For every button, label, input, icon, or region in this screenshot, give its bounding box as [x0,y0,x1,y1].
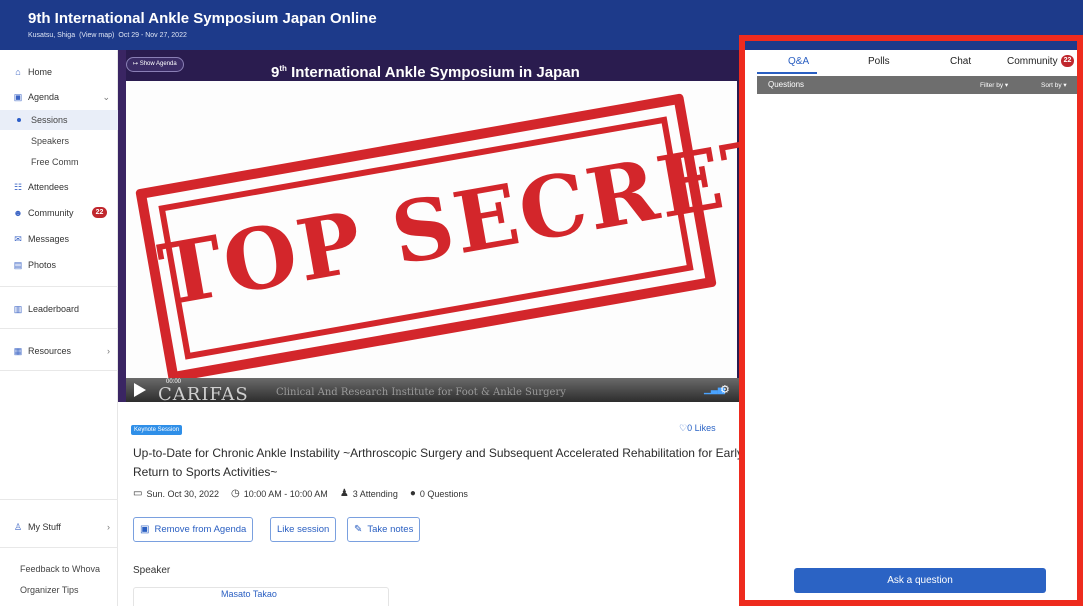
session-meta: ▭ Sun. Oct 30, 2022 ◷ 10:00 AM - 10:00 AM … [133,488,468,499]
sidebar-item-my-stuff[interactable]: ♙ My Stuff › [0,517,118,537]
community-count-badge: 22 [92,207,107,218]
attendees-icon: ♟ [339,488,349,499]
likes-link[interactable]: ♡0 Likes [679,423,716,434]
event-dates: Oct 29 - Nov 27, 2022 [118,32,187,39]
show-agenda-label: Show Agenda [139,61,177,67]
keynote-session-tag: Keynote Session [131,425,183,435]
sidebar-item-attendees[interactable]: ☷ Attendees [0,177,118,197]
likes-count: 0 Likes [687,423,716,433]
highlight-outline [739,35,1083,606]
resources-icon: ▦ [13,346,23,356]
sidebar-divider [0,547,118,548]
calendar-icon: ▣ [13,92,23,102]
slide-content: TOP SECRET [126,81,740,383]
session-date-text: Sun. Oct 30, 2022 [146,488,220,499]
attendees-icon: ☷ [13,182,23,192]
sidebar-item-speakers[interactable]: Speakers [0,131,118,151]
chevron-down-icon: ⌄ [102,91,110,102]
show-agenda-button[interactable]: ↦ Show Agenda [126,57,184,72]
feedback-label: Feedback to Whova [20,564,101,574]
session-time-text: 10:00 AM - 10:00 AM [243,488,328,499]
sidebar-item-label: Home [28,67,53,77]
event-title: 9th International Ankle Symposium Japan … [28,10,377,27]
view-map-link[interactable]: (View map) [79,32,114,39]
sidebar-item-leaderboard[interactable]: ▥ Leaderboard [0,299,118,319]
sidebar-item-home[interactable]: ⌂ Home [0,62,118,82]
sidebar: ⌂ Home ▣ Agenda ⌄ Sessions Speakers Free… [0,50,118,606]
remove-from-agenda-label: Remove from Agenda [154,524,247,535]
sidebar-divider [0,499,118,500]
sidebar-divider [0,328,118,329]
slide-title-sup: th [279,64,287,73]
carifas-logo: CARIFAS [158,384,249,402]
sidebar-item-label: Leaderboard [28,304,80,314]
edit-icon: ✎ [354,524,363,535]
chevron-right-icon: › [107,346,110,356]
settings-gear-icon[interactable]: ⚙ [720,383,730,396]
sidebar-item-label: Community [28,208,74,218]
messages-icon: ✉ [14,234,22,244]
sidebar-item-label: Resources [28,346,72,356]
sidebar-divider [0,370,118,371]
video-control-bar: 00:00 CARIFAS Clinical And Research Inst… [126,378,740,402]
sidebar-item-photos[interactable]: ▤ Photos [0,255,118,275]
speaker-name[interactable]: Masato Takao [221,589,277,599]
session-date: ▭ Sun. Oct 30, 2022 [133,488,219,499]
app-window: 9th International Ankle Symposium Japan … [0,0,1083,606]
session-attending-text: 3 Attending [352,488,398,499]
user-icon: ♙ [13,522,23,532]
leaderboard-icon: ▥ [13,304,23,314]
sidebar-item-sessions[interactable]: Sessions [0,110,118,130]
organizer-tips-link[interactable]: Organizer Tips [0,580,118,600]
session-questions-text: 0 Questions [419,488,468,499]
sidebar-divider [0,286,118,287]
session-time: ◷ 10:00 AM - 10:00 AM [231,488,328,499]
sidebar-item-label: Agenda [28,92,60,102]
session-attending[interactable]: ♟ 3 Attending [340,488,398,499]
video-player[interactable]: ↦ Show Agenda 9th International Ankle Sy… [118,50,740,402]
community-icon: ☻ [13,208,23,218]
event-subtitle: Kusatsu, Shiga (View map) Oct 29 - Nov 27,… [28,32,191,39]
slide-title: 9th International Ankle Symposium in Jap… [271,64,580,81]
calendar-icon: ▭ [133,488,143,499]
event-location: Kusatsu, Shiga [28,32,76,39]
clock-icon: ◷ [231,488,240,499]
sidebar-item-agenda[interactable]: ▣ Agenda ⌄ [0,87,118,107]
sidebar-item-label: Speakers [31,136,70,146]
chevron-right-icon: › [107,522,110,532]
sidebar-item-resources[interactable]: ▦ Resources › [0,341,118,361]
sidebar-item-label: Sessions [31,115,68,125]
sidebar-item-community[interactable]: ☻ Community 22 [0,203,118,223]
slide-title-text: International Ankle Symposium in Japan [286,64,580,81]
session-questions[interactable]: ● 0 Questions [410,488,468,499]
calendar-icon: ▣ [140,524,150,535]
sidebar-item-messages[interactable]: ✉ Messages [0,229,118,249]
sidebar-item-label: My Stuff [28,522,61,532]
sidebar-item-label: Photos [28,260,57,270]
speaker-card[interactable]: Masato Takao [133,587,389,606]
active-dot-icon [17,118,21,122]
organizer-tips-label: Organizer Tips [20,585,79,595]
institute-name: Clinical And Research Institute for Foot… [276,387,566,398]
sidebar-item-label: Messages [28,234,70,244]
take-notes-label: Take notes [367,524,414,535]
remove-from-agenda-button[interactable]: ▣ Remove from Agenda [133,517,254,542]
question-icon: ● [409,488,416,499]
video-background [118,50,126,402]
home-icon: ⌂ [15,67,21,77]
sidebar-item-label: Attendees [28,182,69,192]
sidebar-item-label: Free Comm [31,157,79,167]
show-agenda-icon: ↦ [133,61,140,67]
top-secret-stamp: TOP SECRET [135,93,740,383]
sidebar-item-free-comm[interactable]: Free Comm [0,152,118,172]
feedback-link[interactable]: Feedback to Whova [0,559,118,579]
like-session-label: Like session [277,524,330,535]
play-icon[interactable] [134,383,146,397]
like-session-button[interactable]: Like session [270,517,337,542]
take-notes-button[interactable]: ✎ Take notes [347,517,421,542]
photos-icon: ▤ [13,260,23,270]
heart-icon: ♡ [679,423,688,433]
session-title: Up-to-Date for Chronic Ankle Instability… [133,446,743,479]
speaker-heading: Speaker [133,565,171,576]
